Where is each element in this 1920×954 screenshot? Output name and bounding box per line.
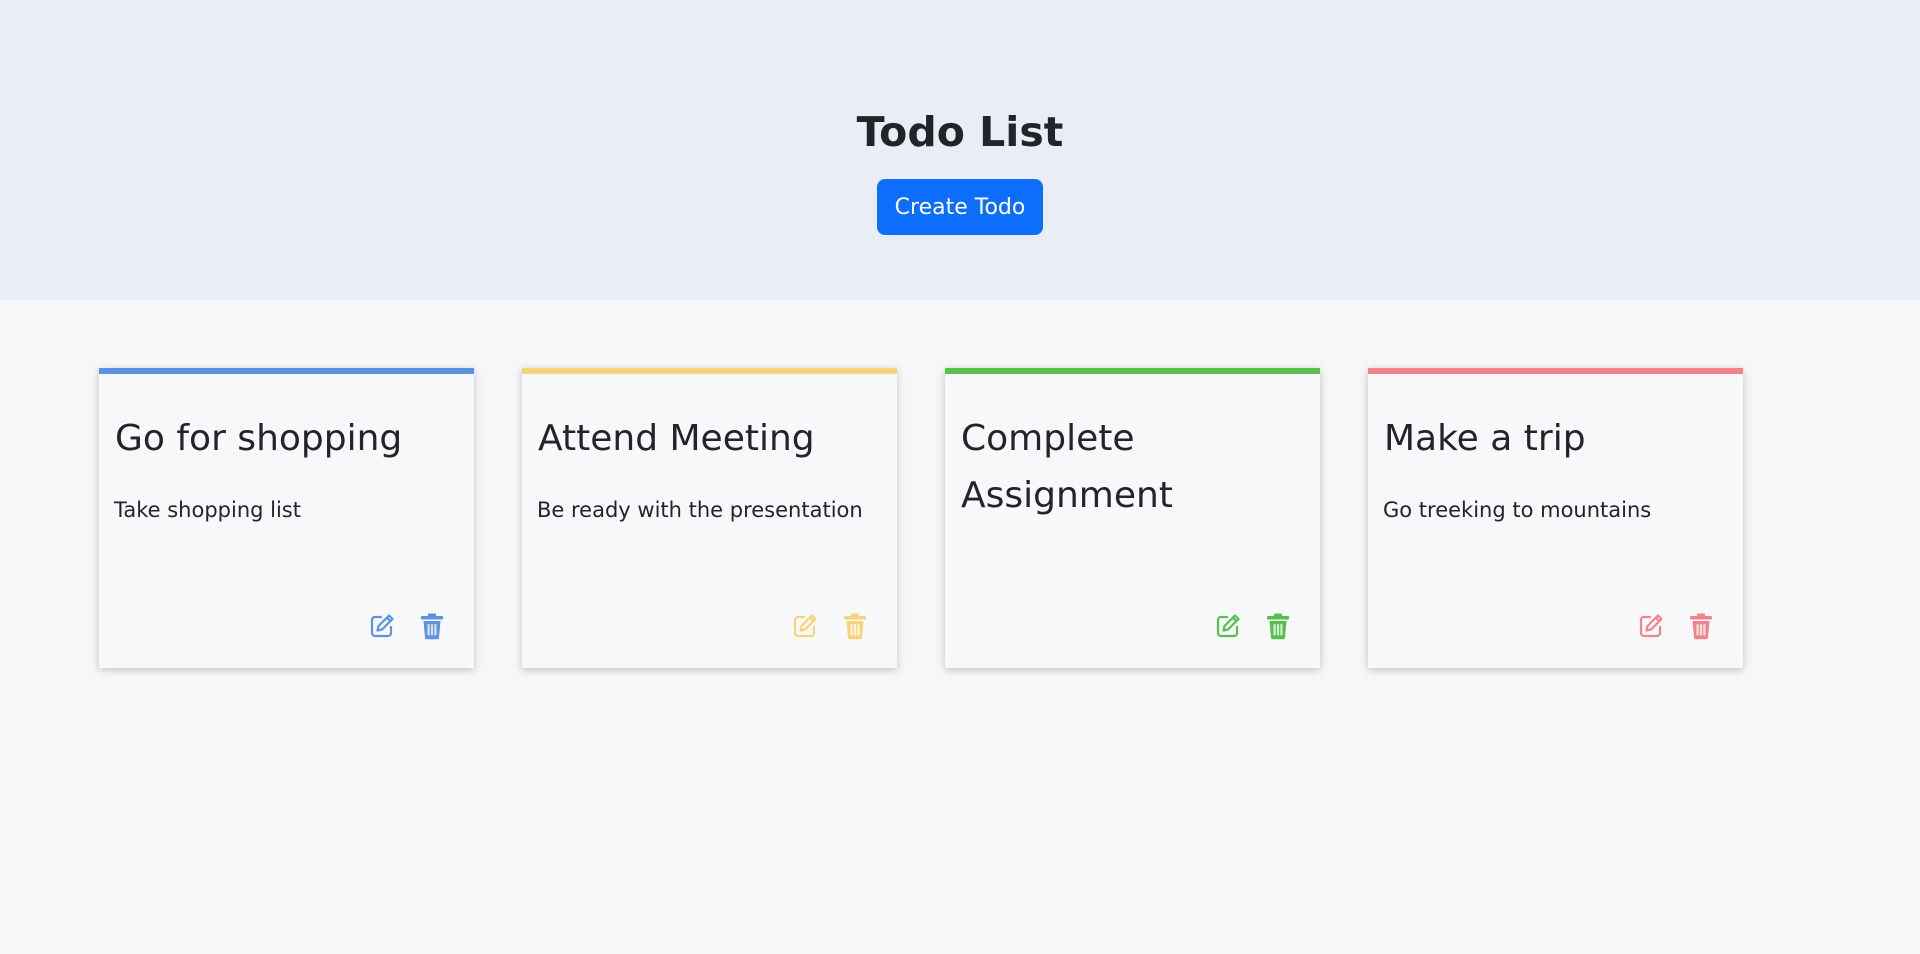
- edit-icon[interactable]: [791, 612, 819, 640]
- todo-card-description: Go treeking to mountains: [1383, 498, 1652, 522]
- todo-card-description: Be ready with the presentation: [537, 498, 863, 522]
- edit-icon[interactable]: [1214, 612, 1242, 640]
- todo-card-title: Make a trip: [1384, 418, 1586, 459]
- trash-icon[interactable]: [418, 612, 446, 640]
- todo-card: Go for shopping Take shopping list: [99, 368, 474, 668]
- edit-icon[interactable]: [368, 612, 396, 640]
- trash-icon[interactable]: [1264, 612, 1292, 640]
- todo-card-actions: [1637, 612, 1715, 640]
- todo-card-list: Go for shopping Take shopping list Atten…: [0, 368, 1920, 670]
- todo-card-title: Complete Assignment: [961, 418, 1173, 516]
- header: Todo List Create Todo: [0, 0, 1920, 300]
- todo-card-actions: [368, 612, 446, 640]
- todo-card-title: Go for shopping: [115, 418, 403, 459]
- todo-card-description: Take shopping list: [114, 498, 301, 522]
- create-todo-button[interactable]: Create Todo: [877, 179, 1043, 235]
- todo-card: Attend Meeting Be ready with the present…: [522, 368, 897, 668]
- todo-card-actions: [1214, 612, 1292, 640]
- todo-card-title: Attend Meeting: [538, 418, 815, 459]
- todo-card-actions: [791, 612, 869, 640]
- trash-icon[interactable]: [841, 612, 869, 640]
- page-title: Todo List: [856, 108, 1064, 156]
- trash-icon[interactable]: [1687, 612, 1715, 640]
- todo-card: Make a trip Go treeking to mountains: [1368, 368, 1743, 668]
- todo-card: Complete Assignment: [945, 368, 1320, 668]
- edit-icon[interactable]: [1637, 612, 1665, 640]
